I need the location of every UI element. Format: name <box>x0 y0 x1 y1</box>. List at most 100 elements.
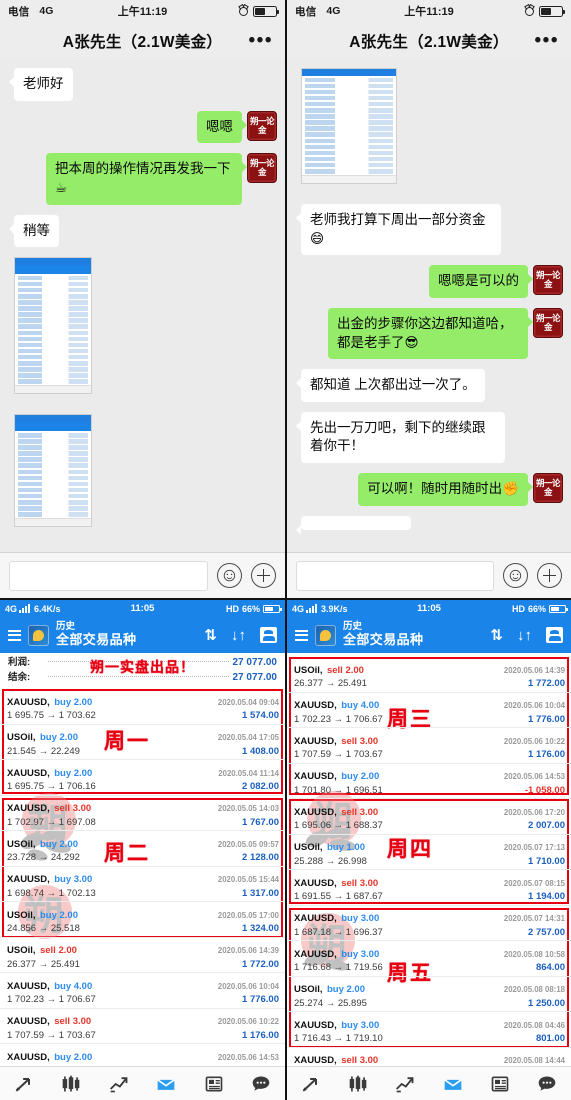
menu-icon[interactable] <box>295 629 308 641</box>
trade-history-list-right[interactable]: 周三 周四 周五 朔 朔 USOil, sell 2.00 2020.05.06… <box>287 657 571 1066</box>
header-title: 全部交易品种 <box>56 631 137 647</box>
trade-profit: 1 194.00 <box>528 891 565 902</box>
chat-input-bar-right[interactable] <box>287 552 571 598</box>
trade-row[interactable]: XAUUSD, buy 2.00 2020.05.04 11:14 1 695.75… <box>0 760 285 796</box>
trade-history-list-left[interactable]: 周一 周二 朔 朔 XAUUSD, buy 2.00 2020.05.04 09:… <box>0 689 285 1066</box>
trade-symbol: XAUUSD, <box>7 1016 50 1027</box>
trade-row[interactable]: USOil, buy 2.00 2020.05.05 09:57 23.728 → … <box>0 831 285 867</box>
trade-symbol: XAUUSD, <box>7 803 50 814</box>
trade-row[interactable]: XAUUSD, buy 4.00 2020.05.06 10:04 1 702.23… <box>287 693 571 728</box>
sort-icon[interactable]: ⇅ <box>204 628 217 643</box>
avatar[interactable]: 朔一论金 <box>247 153 277 184</box>
trade-row[interactable]: XAUUSD, sell 3.002020.05.08 14:441 721.1… <box>287 1048 571 1066</box>
trade-prices: 23.728 → 24.292 <box>7 852 80 863</box>
trade-symbol: USOil, <box>7 838 36 850</box>
mailbox-icon[interactable] <box>155 1074 177 1094</box>
trade-row[interactable]: USOil, sell 2.00 2020.05.06 14:39 26.377 →… <box>0 938 285 973</box>
chart-line-icon[interactable] <box>394 1074 416 1094</box>
emoji-icon[interactable] <box>503 563 528 588</box>
trade-row[interactable]: XAUUSD, sell 3.00 2020.05.06 10:22 1 707.5… <box>0 1009 285 1044</box>
trade-side: buy 3.00 <box>341 913 380 924</box>
trade-row[interactable]: XAUUSD, buy 2.00 2020.05.06 14:53 1 701.80… <box>287 764 571 799</box>
message-input[interactable] <box>9 560 208 591</box>
message-input[interactable] <box>296 560 494 591</box>
news-icon[interactable] <box>203 1074 225 1094</box>
trade-datetime: 2020.05.06 10:04 <box>217 981 279 991</box>
trade-row[interactable]: XAUUSD, buy 3.00 2020.05.08 04:46 1 716.43… <box>287 1012 571 1048</box>
trade-prices: 1 695.06 → 1 688.37 <box>294 820 383 831</box>
trade-row[interactable]: USOil, buy 2.00 2020.05.08 08:18 25.274 → … <box>287 977 571 1012</box>
avatar-label: 朔一论金 <box>249 115 275 135</box>
chat-row: 嗯嗯 朔一论金 <box>8 110 277 144</box>
trade-arrow-icon[interactable] <box>13 1074 35 1094</box>
message-bubble-incoming: 都知道 上次都出过一次了。 <box>296 369 485 402</box>
more-options-icon[interactable]: ••• <box>249 31 273 50</box>
calendar-icon[interactable] <box>546 627 563 643</box>
trade-row[interactable]: USOil, sell 2.00 2020.05.06 14:39 26.377 →… <box>287 657 571 693</box>
mailbox-icon[interactable] <box>442 1074 464 1094</box>
trade-row[interactable]: XAUUSD, buy 3.00 2020.05.08 10:58 1 716.68… <box>287 941 571 977</box>
trade-datetime: 2020.05.06 14:53 <box>503 772 565 781</box>
trade-datetime: 2020.05.08 10:58 <box>503 949 565 959</box>
trade-datetime: 2020.05.07 08:15 <box>503 878 565 888</box>
trade-arrow-icon[interactable] <box>300 1074 322 1094</box>
calendar-icon[interactable] <box>260 627 277 643</box>
message-image-thumbnail[interactable] <box>14 257 92 395</box>
message-image-thumbnail[interactable] <box>301 68 397 185</box>
header-titles: 历史 全部交易品种 <box>56 621 137 648</box>
trade-row[interactable]: XAUUSD, buy 3.00 2020.05.05 15:44 1 698.74… <box>0 867 285 902</box>
menu-icon[interactable] <box>8 629 21 641</box>
trade-row[interactable]: USOil, buy 2.00 2020.05.04 17:05 21.545 → … <box>0 725 285 760</box>
emoji-icon[interactable] <box>217 563 242 588</box>
trade-side: sell 3.00 <box>341 1055 379 1066</box>
trade-prices: 1 702.23 → 1 706.67 <box>7 994 96 1005</box>
chat-message-list-left[interactable]: 老师好 嗯嗯 朔一论金 把本周的操作情况再发我一下☕ 朔一论金 稍等 <box>0 60 285 552</box>
avatar[interactable]: 朔一论金 <box>533 307 563 338</box>
trade-prices: 25.288 → 26.998 <box>294 855 367 867</box>
chat-row <box>295 515 563 535</box>
avatar[interactable]: 朔一论金 <box>533 265 563 296</box>
header-title: 全部交易品种 <box>343 631 424 647</box>
chat-bubble-icon[interactable] <box>536 1074 558 1094</box>
trade-row[interactable]: XAUUSD, buy 2.00 2020.05.06 14:53 1 701.80… <box>0 1044 285 1067</box>
trade-side: buy 2.00 <box>54 767 93 779</box>
avatar[interactable]: 朔一论金 <box>533 473 563 504</box>
panel-divider-horizontal <box>0 598 571 600</box>
chat-bubble-icon[interactable] <box>250 1074 272 1094</box>
trade-datetime: 2020.05.05 17:00 <box>217 910 279 920</box>
candles-icon[interactable] <box>347 1074 369 1094</box>
trade-row[interactable]: XAUUSD, sell 3.00 2020.05.06 10:22 1 707.5… <box>287 728 571 764</box>
avatar[interactable]: 朔一论金 <box>247 110 277 141</box>
chart-line-icon[interactable] <box>108 1074 130 1094</box>
trade-profit: 1 772.00 <box>242 958 279 970</box>
trade-row[interactable]: XAUUSD, buy 2.00 2020.05.04 09:04 1 695.75… <box>0 689 285 725</box>
more-options-icon[interactable]: ••• <box>535 31 559 50</box>
chat-input-bar-left[interactable] <box>0 552 285 598</box>
sort-icon[interactable]: ⇅ <box>490 628 503 643</box>
trade-row[interactable]: XAUUSD, buy 3.00 2020.05.07 14:31 1 687.18… <box>287 906 571 941</box>
message-image-thumbnail[interactable] <box>14 414 92 528</box>
trade-profit: -1 058.00 <box>524 784 565 796</box>
trade-row[interactable]: USOil, buy 2.00 2020.05.05 17:00 24.856 → … <box>0 902 285 938</box>
bottom-tabbar-left[interactable] <box>0 1066 285 1100</box>
trade-row[interactable]: XAUUSD, sell 3.00 2020.05.06 17:20 1 695.0… <box>287 799 571 835</box>
trade-row[interactable]: XAUUSD, sell 3.00 2020.05.07 08:15 1 691.5… <box>287 870 571 906</box>
candles-icon[interactable] <box>60 1074 82 1094</box>
trade-row[interactable]: XAUUSD, sell 3.00 2020.05.05 14:03 1 702.9… <box>0 796 285 831</box>
sort-arrows-icon[interactable]: ↓↑ <box>517 628 532 643</box>
trade-side: buy 3.00 <box>341 948 380 960</box>
wechat-status-bar-left: 电信 4G 上午11:19 <box>0 0 285 22</box>
sort-arrows-icon[interactable]: ↓↑ <box>231 628 246 643</box>
plus-icon[interactable] <box>537 563 562 588</box>
trade-row[interactable]: USOil, buy 1.00 2020.05.07 17:13 25.288 → … <box>287 835 571 870</box>
bottom-tabbar-right[interactable] <box>287 1066 571 1100</box>
chat-message-list-right[interactable]: 老师我打算下周出一部分资金😄 嗯嗯是可以的 朔一论金 出金的步骤你这边都知道哈，… <box>287 60 571 552</box>
trade-row[interactable]: XAUUSD, buy 4.00 2020.05.06 10:04 1 702.23… <box>0 973 285 1009</box>
plus-icon[interactable] <box>251 563 276 588</box>
trade-symbol: XAUUSD, <box>294 700 337 711</box>
trade-prices: 1 687.18 → 1 696.37 <box>294 926 383 938</box>
trade-symbol: XAUUSD, <box>294 1019 337 1031</box>
news-icon[interactable] <box>489 1074 511 1094</box>
trade-side: buy 2.00 <box>341 771 380 782</box>
mt4-header-left: 历史 全部交易品种 ⇅ ↓↑ <box>0 617 285 653</box>
